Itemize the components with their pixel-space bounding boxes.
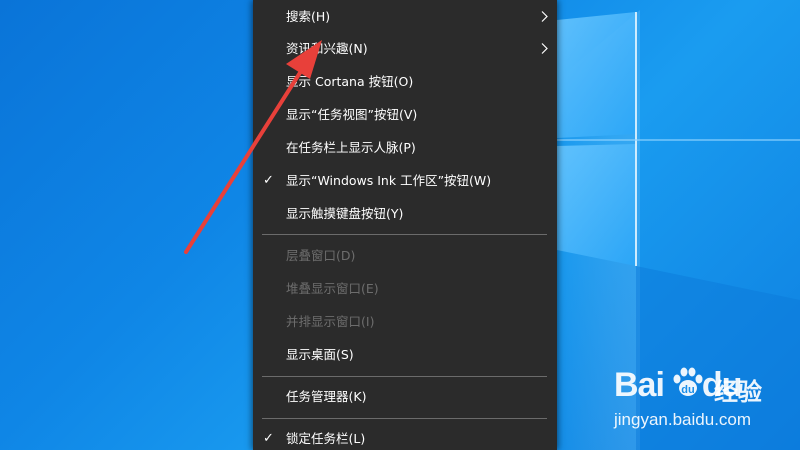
menu-item-label: 层叠窗口(D) <box>286 248 356 263</box>
baidu-jingyan-watermark: Bai du du 经验 jingyan.baidu.com <box>612 360 800 450</box>
taskbar-context-menu: 搜索(H) 资讯和兴趣(N) 显示 Cortana 按钮(O) 显示“任务视图”… <box>253 0 557 450</box>
menu-item-label: 搜索(H) <box>286 9 331 24</box>
menu-item-show-desktop[interactable]: 显示桌面(S) <box>253 338 557 371</box>
chevron-right-icon <box>541 11 548 22</box>
menu-item-label: 堆叠显示窗口(E) <box>286 281 379 296</box>
menu-item-label: 显示“Windows Ink 工作区”按钮(W) <box>286 173 492 188</box>
jingyan-url-text: jingyan.baidu.com <box>614 410 752 429</box>
menu-item-label: 在任务栏上显示人脉(P) <box>286 140 416 155</box>
menu-separator <box>262 418 547 419</box>
menu-item-lock-taskbar[interactable]: ✓ 锁定任务栏(L) <box>253 422 557 450</box>
menu-item-label: 显示 Cortana 按钮(O) <box>286 74 414 89</box>
baidu-paw-icon: du <box>673 367 703 396</box>
checkmark-icon: ✓ <box>263 431 274 446</box>
menu-item-news-and-interests[interactable]: 资讯和兴趣(N) <box>253 32 557 65</box>
chevron-right-icon <box>541 43 548 54</box>
menu-item-cascade-windows: 层叠窗口(D) <box>253 239 557 272</box>
menu-item-stack-windows: 堆叠显示窗口(E) <box>253 272 557 305</box>
menu-item-label: 显示桌面(S) <box>286 347 354 362</box>
baidu-logo-part1: Bai <box>614 366 665 404</box>
checkmark-icon: ✓ <box>263 173 274 188</box>
menu-separator <box>262 234 547 235</box>
menu-item-label: 资讯和兴趣(N) <box>286 41 368 56</box>
jingyan-product-text: 经验 <box>714 378 762 406</box>
menu-item-show-windows-ink-button[interactable]: ✓ 显示“Windows Ink 工作区”按钮(W) <box>253 164 557 197</box>
menu-item-show-people[interactable]: 在任务栏上显示人脉(P) <box>253 131 557 164</box>
menu-item-label: 锁定任务栏(L) <box>286 431 366 446</box>
menu-item-label: 任务管理器(K) <box>286 389 367 404</box>
menu-item-label: 显示触摸键盘按钮(Y) <box>286 206 404 221</box>
menu-item-side-by-side-windows: 并排显示窗口(I) <box>253 305 557 338</box>
svg-text:du: du <box>681 384 694 396</box>
menu-item-show-task-view-button[interactable]: 显示“任务视图”按钮(V) <box>253 98 557 131</box>
menu-item-show-cortana-button[interactable]: 显示 Cortana 按钮(O) <box>253 65 557 98</box>
menu-item-show-touch-keyboard-button[interactable]: 显示触摸键盘按钮(Y) <box>253 197 557 230</box>
menu-item-label: 显示“任务视图”按钮(V) <box>286 107 418 122</box>
menu-item-task-manager[interactable]: 任务管理器(K) <box>253 380 557 413</box>
menu-item-search[interactable]: 搜索(H) <box>253 0 557 33</box>
menu-separator <box>262 376 547 377</box>
menu-item-label: 并排显示窗口(I) <box>286 314 375 329</box>
